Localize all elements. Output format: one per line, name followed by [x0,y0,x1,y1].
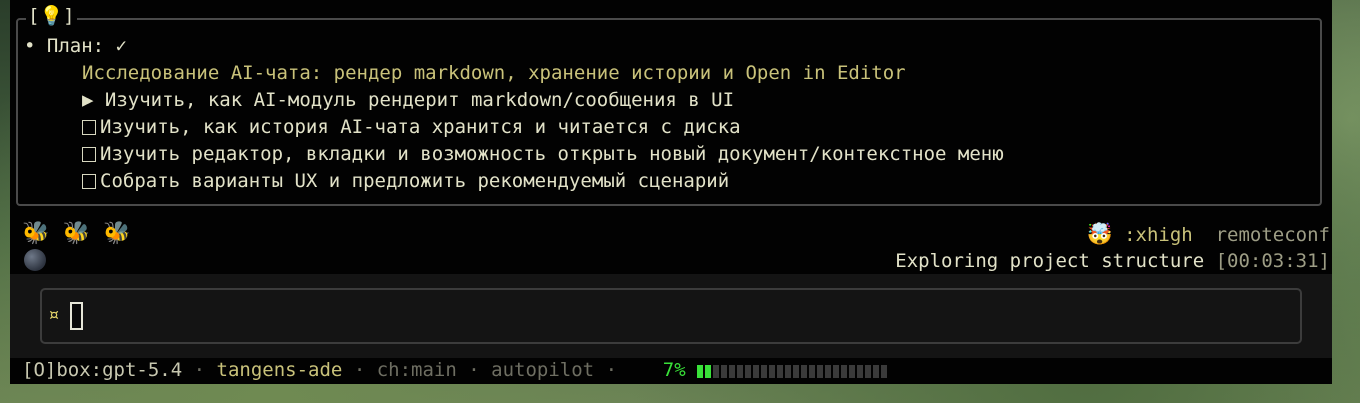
checkbox-icon [82,147,96,162]
text-cursor [70,302,83,330]
progress-segment [785,365,792,378]
context-percent: 7% [662,359,686,381]
agent-bees: 🐝 🐝 🐝 [22,222,131,246]
task-text: Изучить, как история AI-чата хранится и … [100,116,741,138]
input-area: ¤ [10,274,1332,358]
terminal-window[interactable]: [💡] • План: ✓ Исследование AI-чата: ренд… [10,0,1332,384]
progress-segment [777,365,784,378]
plan-task: ▶ Изучить, как AI-модуль рендерит markdo… [82,88,734,112]
prompt-icon: ¤ [48,304,60,326]
separator: · [468,359,480,381]
plan-task: Изучить, как история AI-чата хранится и … [82,115,741,139]
bee-icon: 🐝 [103,221,131,246]
project-label: tangens-ade [216,359,343,381]
progress-segment [705,365,712,378]
separator: · [605,359,618,381]
plan-title: План: ✓ [46,35,127,57]
plan-panel-tag: [💡] [26,4,77,28]
plan-tag-open: [ [28,5,40,27]
bullet-icon: • [24,35,36,57]
activity-text: Exploring project structure [895,250,1205,272]
progress-segment [857,365,864,378]
progress-segment [737,365,744,378]
progress-segment [849,365,856,378]
exploding-head-icon: 🤯 [1086,222,1113,246]
checkbox-icon [82,174,96,189]
separator: · [353,359,366,381]
checkbox-icon [82,120,96,135]
play-icon: ▶ [82,89,94,111]
progress-segment [753,365,760,378]
profile-name: remoteconf [1215,224,1330,246]
progress-segment [713,365,720,378]
progress-segment [721,365,728,378]
plan-title-row: • План: ✓ [24,34,127,58]
progress-segment [769,365,776,378]
plan-tag-close: ] [63,5,75,27]
progress-segment [801,365,808,378]
progress-segment [865,365,872,378]
status-bar: [O]box:gpt-5.4 · tangens-ade · ch:main ·… [22,358,889,384]
chat-input[interactable]: ¤ [40,288,1302,344]
task-text: Изучить, как AI-модуль рендерит markdown… [104,89,735,111]
plan-subtitle: Исследование AI-чата: рендер markdown, х… [82,62,906,84]
agent-meta: 🤯 :xhigh remoteconf [1086,222,1330,247]
progress-segment [841,365,848,378]
progress-segment [729,365,736,378]
moon-icon [24,249,46,271]
bee-icon: 🐝 [22,221,50,246]
model-label: [O]box:gpt-5.4 [22,359,183,381]
bee-icon: 🐝 [62,221,91,246]
progress-segment [817,365,824,378]
activity-status: Exploring project structure [00:03:31] [895,249,1330,273]
elapsed-time: [00:03:31] [1215,250,1330,272]
plan-task: Изучить редактор, вкладки и возможность … [82,142,1004,166]
progress-segment [825,365,832,378]
moon-row [24,249,46,277]
mode-label: autopilot [491,359,595,381]
progress-segment [793,365,800,378]
task-text: Собрать варианты UX и предложить рекомен… [100,170,730,192]
progress-segment [881,365,888,378]
separator: · [193,359,206,381]
progress-segment [761,365,768,378]
progress-segment [697,365,704,378]
branch-label: ch:main [376,359,457,381]
effort-level: :xhigh [1124,224,1193,246]
progress-segment [809,365,816,378]
progress-segment [745,365,752,378]
task-text: Изучить редактор, вкладки и возможность … [100,143,1004,165]
progress-segment [873,365,880,378]
lightbulb-icon: 💡 [39,5,64,27]
context-progress-bar [697,360,889,384]
progress-segment [833,365,840,378]
plan-task: Собрать варианты UX и предложить рекомен… [82,169,729,193]
